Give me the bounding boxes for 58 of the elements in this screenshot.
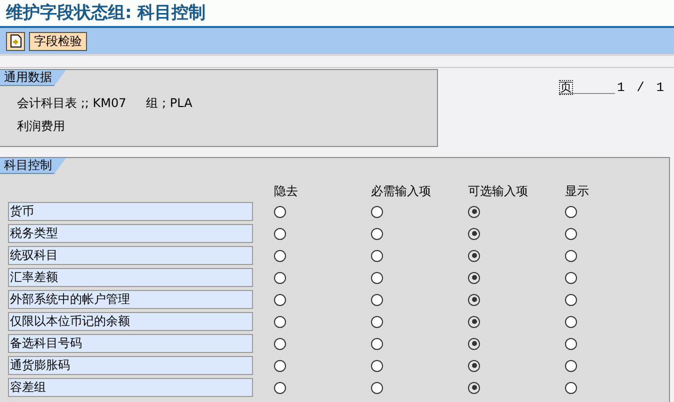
page-label: 页 <box>559 80 573 95</box>
radio-button[interactable] <box>274 272 286 284</box>
radio-button[interactable] <box>371 316 383 328</box>
field-label: 仅限以本位币记的余额 <box>8 312 253 331</box>
radio-button[interactable] <box>468 316 480 328</box>
radio-button[interactable] <box>274 206 286 218</box>
radio-button[interactable] <box>565 250 577 262</box>
radio-button[interactable] <box>274 228 286 240</box>
column-header: 必需输入项 <box>371 183 431 199</box>
radio-button[interactable] <box>468 206 480 218</box>
radio-button[interactable] <box>565 206 577 218</box>
column-header: 可选输入项 <box>468 183 528 199</box>
radio-button[interactable] <box>565 316 577 328</box>
radio-button[interactable] <box>468 382 480 394</box>
radio-button[interactable] <box>371 250 383 262</box>
radio-button[interactable] <box>468 294 480 306</box>
radio-button[interactable] <box>565 382 577 394</box>
radio-button[interactable] <box>371 294 383 306</box>
radio-button[interactable] <box>274 294 286 306</box>
radio-button[interactable] <box>565 360 577 372</box>
radio-button[interactable] <box>468 360 480 372</box>
radio-button[interactable] <box>468 250 480 262</box>
document-arrow-icon <box>10 34 22 48</box>
document-button[interactable] <box>6 32 25 50</box>
window-title: 维护字段状态组: 科目控制 <box>6 4 206 22</box>
radio-button[interactable] <box>274 382 286 394</box>
radio-button[interactable] <box>565 294 577 306</box>
radio-button[interactable] <box>371 338 383 350</box>
field-label: 外部系统中的帐户管理 <box>8 290 253 309</box>
radio-button[interactable] <box>565 338 577 350</box>
description-text: 利润费用 <box>17 118 65 135</box>
column-header: 显示 <box>565 183 589 199</box>
radio-button[interactable] <box>274 360 286 372</box>
field-label: 容差组 <box>8 378 253 397</box>
radio-button[interactable] <box>468 272 480 284</box>
radio-button[interactable] <box>274 316 286 328</box>
field-label: 统驭科目 <box>8 246 253 265</box>
field-label: 通货膨胀码 <box>8 356 253 375</box>
radio-button[interactable] <box>468 338 480 350</box>
radio-button[interactable] <box>274 338 286 350</box>
radio-button[interactable] <box>371 360 383 372</box>
radio-button[interactable] <box>565 272 577 284</box>
radio-button[interactable] <box>371 272 383 284</box>
radio-button[interactable] <box>371 382 383 394</box>
radio-button[interactable] <box>565 228 577 240</box>
column-header: 隐去 <box>274 183 298 199</box>
field-check-button[interactable]: 字段检验 <box>29 32 87 50</box>
group-text: 组 ; PLA <box>146 95 192 112</box>
radio-button[interactable] <box>468 228 480 240</box>
chart-of-accounts-text: 会计科目表 ;; KM07 <box>17 95 126 112</box>
field-label: 税务类型 <box>8 224 253 243</box>
field-label: 货币 <box>8 202 253 221</box>
radio-button[interactable] <box>371 206 383 218</box>
radio-button[interactable] <box>371 228 383 240</box>
radio-button[interactable] <box>274 250 286 262</box>
page-count: 1 / 1 <box>617 79 666 97</box>
field-label: 汇率差额 <box>8 268 253 287</box>
field-label: 备选科目号码 <box>8 334 253 353</box>
